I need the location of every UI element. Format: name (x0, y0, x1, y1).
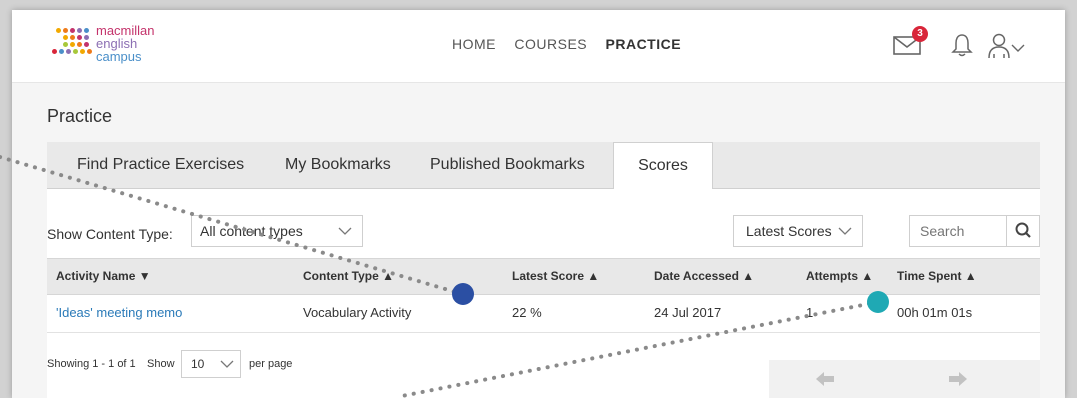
nav-practice[interactable]: PRACTICE (606, 36, 682, 52)
nav-home[interactable]: HOME (452, 36, 496, 52)
per-page-label: per page (249, 358, 293, 370)
content-type-label: Show Content Type: (47, 226, 173, 242)
column-header-time-spent[interactable]: Time Spent ▲ (897, 259, 977, 294)
top-bar: macmillan english campus HOME COURSES PR… (12, 10, 1065, 83)
date-accessed-cell: 24 Jul 2017 (654, 305, 722, 320)
column-header-activity-name[interactable]: Activity Name ▼ (56, 259, 151, 294)
show-label: Show (147, 358, 175, 370)
bell-icon[interactable] (951, 32, 973, 63)
mail-count-badge: 3 (912, 26, 928, 42)
header-icons: 3 (883, 26, 1043, 65)
column-header-latest-score[interactable]: Latest Score ▲ (512, 259, 599, 294)
column-header-content-type[interactable]: Content Type ▲ (303, 259, 394, 294)
search-box (909, 215, 1040, 247)
chevron-down-icon (838, 216, 852, 256)
logo-wordmark: macmillan english campus (96, 24, 155, 63)
logo-line-3: campus (96, 49, 142, 64)
scores-panel: Show Content Type: All content types Lat… (47, 189, 1040, 398)
search-icon (1015, 222, 1031, 238)
tab-bar: Find Practice Exercises My Bookmarks Pub… (47, 142, 1040, 190)
chevron-down-icon (220, 351, 234, 386)
arrow-left-icon[interactable] (814, 368, 836, 395)
scores-select-value: Latest Scores (746, 223, 832, 239)
activity-name-link[interactable]: 'Ideas' meeting memo (56, 294, 182, 332)
latest-score-cell: 22 % (512, 305, 542, 320)
table-header: Activity Name ▼ Content Type ▲ Latest Sc… (47, 258, 1040, 295)
main-nav: HOME COURSES PRACTICE (452, 36, 695, 52)
user-icon[interactable] (987, 32, 1011, 65)
per-page-select[interactable]: 10 (181, 350, 241, 378)
table-row: 'Ideas' meeting memo Vocabulary Activity… (47, 294, 1040, 333)
showing-count: Showing 1 - 1 of 1 (47, 358, 136, 370)
tab-scores[interactable]: Scores (613, 142, 713, 190)
brand-logo[interactable]: macmillan english campus (52, 24, 182, 68)
search-input[interactable] (910, 216, 1008, 246)
tab-my-bookmarks[interactable]: My Bookmarks (285, 142, 391, 188)
content-type-select[interactable]: All content types (191, 215, 363, 247)
attempts-cell: 1 (806, 305, 814, 320)
column-header-date-accessed[interactable]: Date Accessed ▲ (654, 259, 754, 294)
search-button[interactable] (1006, 216, 1039, 246)
arrow-right-icon[interactable] (947, 368, 969, 395)
app-window: macmillan english campus HOME COURSES PR… (12, 10, 1065, 398)
nav-courses[interactable]: COURSES (514, 36, 587, 52)
tab-find-practice-exercises[interactable]: Find Practice Exercises (77, 142, 244, 188)
content-type-cell: Vocabulary Activity (303, 305, 412, 320)
content-type-value: All content types (200, 223, 303, 239)
chevron-down-icon[interactable] (1011, 40, 1025, 58)
scores-select[interactable]: Latest Scores (733, 215, 863, 247)
per-page-value: 10 (191, 357, 205, 371)
chevron-down-icon (338, 216, 352, 256)
column-header-attempts[interactable]: Attempts ▲ (806, 259, 873, 294)
time-spent-cell: 00h 01m 01s (897, 305, 973, 320)
pager (769, 360, 1040, 398)
tab-published-bookmarks[interactable]: Published Bookmarks (430, 142, 585, 188)
logo-dots-icon (52, 28, 92, 64)
page-title: Practice (47, 106, 113, 126)
